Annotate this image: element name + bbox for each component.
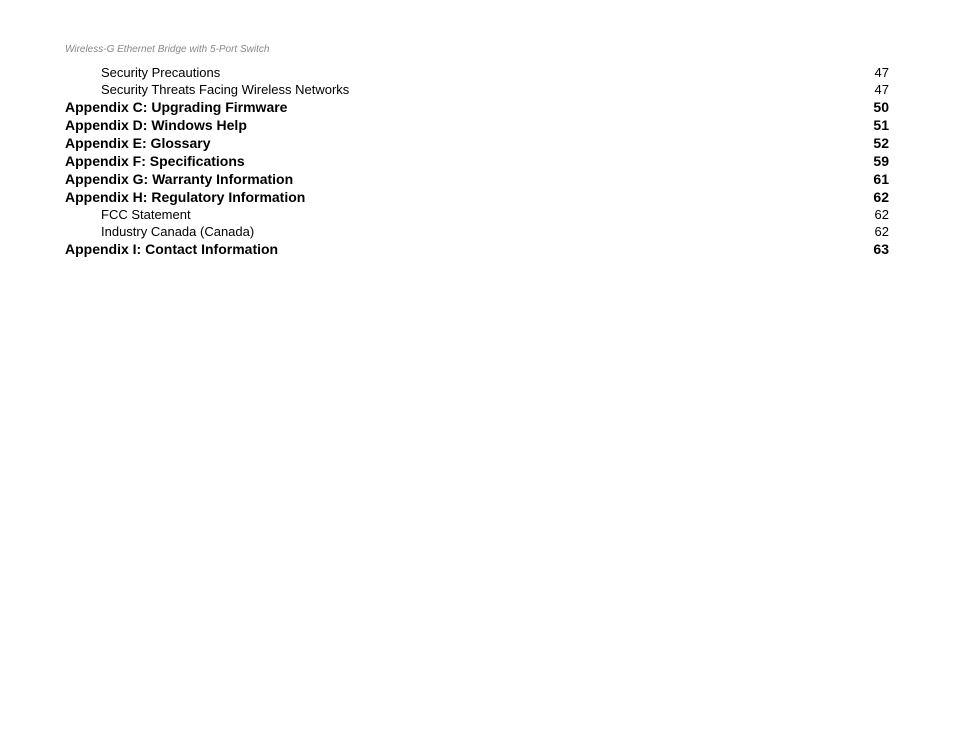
toc-page-appendix-f: 59 bbox=[859, 153, 889, 169]
toc-entry-appendix-g: Appendix G: Warranty Information61 bbox=[65, 171, 889, 187]
toc-page-appendix-i: 63 bbox=[859, 241, 889, 257]
toc-entry-fcc-statement: FCC Statement62 bbox=[65, 207, 889, 222]
toc-title-appendix-d: Appendix D: Windows Help bbox=[65, 117, 859, 133]
toc-entry-appendix-c: Appendix C: Upgrading Firmware50 bbox=[65, 99, 889, 115]
toc-title-appendix-h: Appendix H: Regulatory Information bbox=[65, 189, 859, 205]
toc-page-fcc-statement: 62 bbox=[859, 207, 889, 222]
toc-page-appendix-d: 51 bbox=[859, 117, 889, 133]
toc-title-security-precautions: Security Precautions bbox=[101, 65, 859, 80]
toc-title-industry-canada: Industry Canada (Canada) bbox=[101, 224, 859, 239]
toc-title-security-threats: Security Threats Facing Wireless Network… bbox=[101, 82, 859, 97]
toc-page-security-precautions: 47 bbox=[859, 65, 889, 80]
toc-title-appendix-g: Appendix G: Warranty Information bbox=[65, 171, 859, 187]
toc-container: Security Precautions47Security Threats F… bbox=[65, 65, 889, 259]
toc-title-fcc-statement: FCC Statement bbox=[101, 207, 859, 222]
page-header: Wireless-G Ethernet Bridge with 5-Port S… bbox=[65, 44, 269, 55]
toc-entry-appendix-d: Appendix D: Windows Help51 bbox=[65, 117, 889, 133]
toc-entry-appendix-f: Appendix F: Specifications59 bbox=[65, 153, 889, 169]
toc-page-appendix-c: 50 bbox=[859, 99, 889, 115]
toc-entry-industry-canada: Industry Canada (Canada)62 bbox=[65, 224, 889, 239]
toc-title-appendix-i: Appendix I: Contact Information bbox=[65, 241, 859, 257]
toc-entry-appendix-e: Appendix E: Glossary52 bbox=[65, 135, 889, 151]
toc-title-appendix-f: Appendix F: Specifications bbox=[65, 153, 859, 169]
toc-entry-appendix-i: Appendix I: Contact Information63 bbox=[65, 241, 889, 257]
toc-page-security-threats: 47 bbox=[859, 82, 889, 97]
toc-page-industry-canada: 62 bbox=[859, 224, 889, 239]
toc-page-appendix-g: 61 bbox=[859, 171, 889, 187]
toc-entry-security-threats: Security Threats Facing Wireless Network… bbox=[65, 82, 889, 97]
header-title: Wireless-G Ethernet Bridge with 5-Port S… bbox=[65, 44, 269, 55]
toc-page-appendix-e: 52 bbox=[859, 135, 889, 151]
toc-entry-appendix-h: Appendix H: Regulatory Information62 bbox=[65, 189, 889, 205]
toc-title-appendix-c: Appendix C: Upgrading Firmware bbox=[65, 99, 859, 115]
toc-entry-security-precautions: Security Precautions47 bbox=[65, 65, 889, 80]
toc-title-appendix-e: Appendix E: Glossary bbox=[65, 135, 859, 151]
toc-page-appendix-h: 62 bbox=[859, 189, 889, 205]
